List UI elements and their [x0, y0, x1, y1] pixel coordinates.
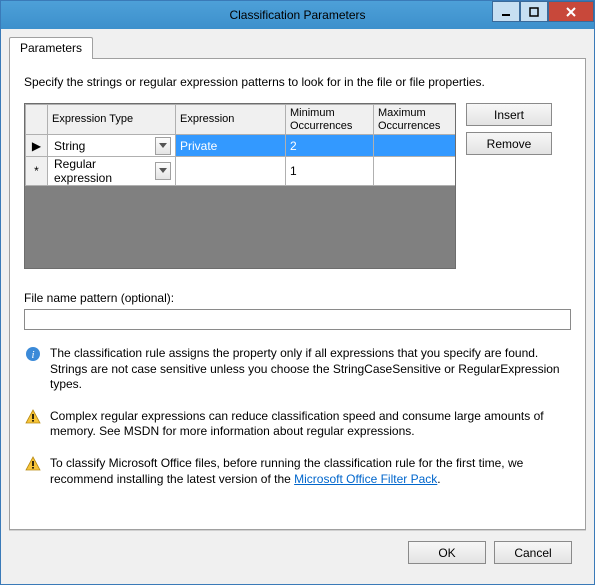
maximize-button[interactable]	[520, 1, 548, 22]
warning-icon	[24, 409, 42, 440]
cancel-button[interactable]: Cancel	[494, 541, 572, 564]
tab-panel-parameters: Specify the strings or regular expressio…	[9, 58, 586, 530]
filename-pattern-label: File name pattern (optional):	[24, 291, 571, 305]
close-icon	[565, 7, 577, 17]
cell-min-occurrences[interactable]: 1	[286, 157, 374, 186]
warning-note-2-suffix: .	[437, 472, 440, 486]
table-row[interactable]: * Regular expression	[26, 157, 457, 186]
warning-note-2-text: To classify Microsoft Office files, befo…	[50, 456, 571, 487]
cell-max-occurrences[interactable]	[374, 135, 457, 157]
filter-pack-link[interactable]: Microsoft Office Filter Pack	[294, 472, 437, 486]
warning-note-1-text: Complex regular expressions can reduce c…	[50, 409, 571, 440]
tab-parameters[interactable]: Parameters	[9, 37, 93, 59]
grid-corner	[26, 105, 48, 135]
warning-note-1: Complex regular expressions can reduce c…	[24, 409, 571, 440]
window-frame: Classification Parameters Parameters Spe…	[0, 0, 595, 585]
remove-button[interactable]: Remove	[466, 132, 552, 155]
ok-button[interactable]: OK	[408, 541, 486, 564]
dialog-footer: OK Cancel	[9, 530, 586, 574]
col-expression-type[interactable]: Expression Type	[48, 105, 176, 135]
cell-value: Regular expression	[52, 157, 155, 185]
insert-button[interactable]: Insert	[466, 103, 552, 126]
table-row[interactable]: ▶ String Private	[26, 135, 457, 157]
tabstrip: Parameters	[9, 37, 586, 59]
minimize-icon	[501, 7, 511, 17]
cell-expression[interactable]: Private	[176, 135, 286, 157]
grid-side-buttons: Insert Remove	[466, 103, 552, 155]
cell-value: String	[52, 139, 155, 153]
info-icon: i	[24, 346, 42, 393]
col-expression[interactable]: Expression	[176, 105, 286, 135]
grid-area: Expression Type Expression Minimum Occur…	[24, 103, 571, 269]
col-max-occurrences[interactable]: Maximum Occurrences	[374, 105, 457, 135]
cell-expression-type[interactable]: Regular expression	[48, 157, 176, 186]
info-note-text: The classification rule assigns the prop…	[50, 346, 571, 393]
row-new-icon[interactable]: *	[26, 157, 48, 186]
maximize-icon	[529, 7, 539, 17]
row-selector-icon[interactable]: ▶	[26, 135, 48, 157]
minimize-button[interactable]	[492, 1, 520, 22]
chevron-down-icon[interactable]	[155, 137, 171, 155]
cell-expression-type[interactable]: String	[48, 135, 176, 157]
warning-note-2: To classify Microsoft Office files, befo…	[24, 456, 571, 487]
close-button[interactable]	[548, 1, 594, 22]
cell-expression[interactable]	[176, 157, 286, 186]
warning-icon	[24, 456, 42, 487]
warning-note-2-prefix: To classify Microsoft Office files, befo…	[50, 456, 523, 486]
expressions-grid[interactable]: Expression Type Expression Minimum Occur…	[24, 103, 456, 269]
col-min-occurrences[interactable]: Minimum Occurrences	[286, 105, 374, 135]
client-area: Parameters Specify the strings or regula…	[1, 29, 594, 584]
info-note: i The classification rule assigns the pr…	[24, 346, 571, 393]
cell-max-occurrences[interactable]	[374, 157, 457, 186]
svg-text:i: i	[31, 349, 34, 361]
window-controls	[492, 1, 594, 22]
cell-min-occurrences[interactable]: 2	[286, 135, 374, 157]
instruction-text: Specify the strings or regular expressio…	[24, 75, 571, 89]
titlebar[interactable]: Classification Parameters	[1, 1, 594, 29]
filename-pattern-input[interactable]	[24, 309, 571, 330]
chevron-down-icon[interactable]	[155, 162, 171, 180]
